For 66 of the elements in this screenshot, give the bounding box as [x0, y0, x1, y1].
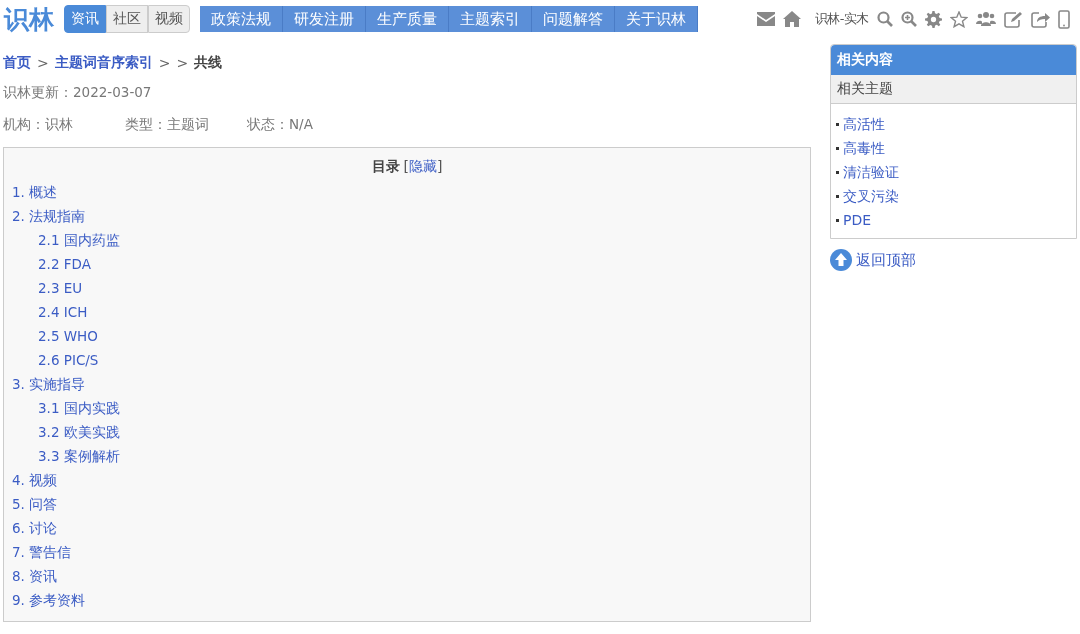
update-date: 识林更新：2022-03-07	[3, 84, 153, 102]
related-link[interactable]: 高毒性	[843, 136, 885, 160]
users-icon[interactable]	[976, 11, 996, 27]
nav-link[interactable]: 问题解答	[532, 6, 615, 32]
edit-icon[interactable]	[1004, 10, 1023, 28]
related-link[interactable]: 高活性	[843, 112, 885, 136]
channel-tab[interactable]: 资讯	[64, 5, 106, 33]
mail-icon[interactable]	[756, 12, 775, 26]
toc-link[interactable]: 1. 概述	[12, 184, 58, 200]
toc-link[interactable]: 5. 问答	[12, 496, 58, 512]
toc-link[interactable]: 3.3 案例解析	[38, 448, 120, 464]
toc-link[interactable]: 3.2 欧美实践	[38, 424, 120, 440]
hide-toc-link[interactable]: 隐藏	[409, 158, 437, 174]
related-link[interactable]: 交叉污染	[843, 184, 899, 208]
channel-tab[interactable]: 视频	[148, 5, 190, 33]
meta-field: 状态：N/A	[247, 116, 369, 134]
toc-link[interactable]: 9. 参考资料	[12, 592, 86, 608]
toc-link[interactable]: 8. 资讯	[12, 568, 58, 584]
toc-link[interactable]: 2.4 ICH	[38, 304, 88, 320]
meta-field: 类型：主题词	[125, 116, 247, 134]
breadcrumb-separator: >	[37, 55, 49, 71]
nav-link[interactable]: 政策法规	[200, 6, 283, 32]
toc-link[interactable]: 7. 警告信	[12, 544, 72, 560]
bullet-icon	[836, 146, 839, 150]
toc-link[interactable]: 2.1 国内药监	[38, 232, 120, 248]
nav-link[interactable]: 主题索引	[449, 6, 532, 32]
related-link[interactable]: 清洁验证	[843, 160, 899, 184]
bracket: ]	[437, 158, 443, 174]
home-icon[interactable]	[782, 11, 801, 27]
toc-link[interactable]: 4. 视频	[12, 472, 58, 488]
star-icon[interactable]	[950, 10, 968, 28]
toc-link[interactable]: 2.5 WHO	[38, 328, 98, 344]
user-name[interactable]: 识林-实木	[814, 10, 869, 28]
zoom-in-icon[interactable]	[901, 11, 917, 27]
toc-link[interactable]: 2. 法规指南	[12, 208, 86, 224]
panel-header: 相关内容	[831, 45, 1076, 75]
nav-link[interactable]: 研发注册	[283, 6, 366, 32]
bullet-icon	[836, 170, 839, 174]
nav-link[interactable]: 关于识林	[615, 6, 698, 32]
settings-icon[interactable]	[925, 10, 942, 28]
toc-link[interactable]: 2.3 EU	[38, 280, 83, 296]
breadcrumb-link[interactable]: 主题词音序索引	[54, 54, 153, 72]
toc-title: 目录	[371, 158, 400, 174]
bullet-icon	[836, 122, 839, 126]
share-icon[interactable]	[1031, 10, 1050, 28]
mobile-icon[interactable]	[1058, 9, 1070, 29]
toc-link[interactable]: 2.6 PIC/S	[38, 352, 99, 368]
meta-field: 机构：识林	[3, 116, 125, 134]
channel-tab[interactable]: 社区	[106, 5, 148, 33]
toc-link[interactable]: 3. 实施指导	[12, 376, 86, 392]
nav-link[interactable]: 生产质量	[366, 6, 449, 32]
search-icon[interactable]	[877, 11, 893, 27]
back-to-top-link[interactable]: 返回顶部	[856, 250, 916, 270]
toc-link[interactable]: 6. 讨论	[12, 520, 58, 536]
bullet-icon	[836, 218, 839, 222]
panel-subheader: 相关主题	[831, 75, 1076, 104]
bullet-icon	[836, 194, 839, 198]
bracket: [	[403, 158, 409, 174]
breadcrumb-current: 共线	[194, 54, 223, 72]
site-logo[interactable]: 识林	[4, 2, 54, 36]
breadcrumb-separator: >	[158, 55, 171, 71]
breadcrumb-link[interactable]: 首页	[3, 54, 31, 72]
breadcrumb-separator: >	[176, 55, 189, 71]
related-link[interactable]: PDE	[843, 208, 872, 232]
toc-link[interactable]: 3.1 国内实践	[38, 400, 120, 416]
toc-link[interactable]: 2.2 FDA	[38, 256, 91, 272]
